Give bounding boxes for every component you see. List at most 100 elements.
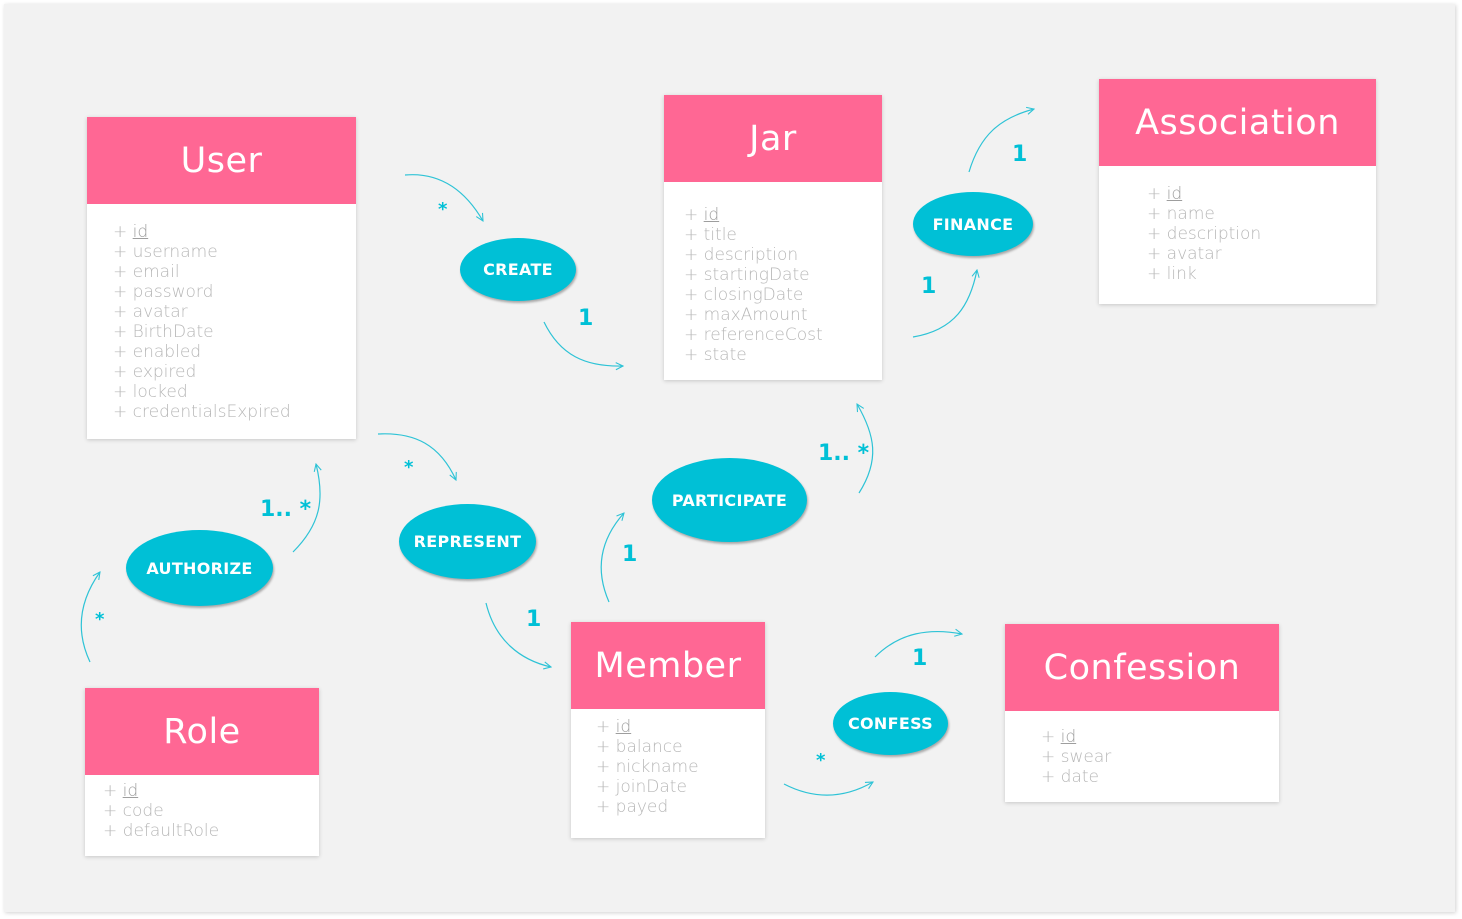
attribute-prefix: + (113, 322, 128, 342)
attribute-name: date (1060, 767, 1099, 787)
attribute-list: + id + balance + nickname + joinDate + payed (571, 709, 765, 817)
attribute-name: maxAmount (703, 305, 808, 325)
attribute-prefix: + (1147, 264, 1162, 284)
attribute-prefix: + (596, 757, 611, 777)
entity-jar[interactable]: Jar + id + title + description + startingDa… (664, 95, 882, 380)
attribute-row: + link (1147, 264, 1376, 284)
attribute-row: + BirthDate (113, 322, 356, 342)
multiplicity-authorize-to: 1.. * (260, 497, 312, 522)
attribute-prefix: + (1041, 727, 1056, 747)
attribute-row: + startingDate (684, 265, 882, 285)
relationship-confess[interactable]: CONFESS (833, 692, 948, 755)
relationship-finance[interactable]: FINANCE (913, 192, 1033, 256)
multiplicity-finance-from: 1 (921, 274, 937, 299)
entity-title: Jar (664, 95, 882, 182)
entity-user[interactable]: User + id + username + email + password + av… (87, 117, 356, 439)
attribute-row: + swear (1041, 747, 1279, 767)
attribute-row: + balance (596, 737, 765, 757)
attribute-row: + closingDate (684, 285, 882, 305)
attribute-name: avatar (1166, 244, 1222, 264)
attribute-row: + description (684, 245, 882, 265)
attribute-name: email (132, 262, 180, 282)
entity-confession[interactable]: Confession + id + swear + date (1005, 624, 1279, 802)
attribute-prefix: + (684, 325, 699, 345)
attribute-list: + id + swear + date (1005, 711, 1279, 787)
attribute-prefix: + (1041, 767, 1056, 787)
attribute-name: referenceCost (703, 325, 823, 345)
attribute-row: + expired (113, 362, 356, 382)
attribute-prefix: + (113, 302, 128, 322)
multiplicity-represent-from: * (404, 457, 414, 478)
attribute-row-primary-key: + id (596, 717, 765, 737)
multiplicity-confess-from: * (816, 750, 826, 771)
attribute-name: expired (132, 362, 197, 382)
attribute-prefix: + (113, 282, 128, 302)
primary-key-name: id (122, 781, 139, 801)
entity-title: Association (1099, 79, 1376, 166)
attribute-prefix: + (113, 242, 128, 262)
primary-key-name: id (1166, 184, 1183, 204)
attribute-name: name (1166, 204, 1215, 224)
attribute-name: description (1166, 224, 1262, 244)
attribute-prefix: + (684, 245, 699, 265)
attribute-prefix: + (113, 222, 128, 242)
multiplicity-participate-from: 1 (622, 542, 638, 567)
multiplicity-participate-to: 1.. * (818, 441, 870, 466)
attribute-prefix: + (1147, 224, 1162, 244)
attribute-row-primary-key: + id (1041, 727, 1279, 747)
primary-key-name: id (1060, 727, 1077, 747)
attribute-row: + credentialsExpired (113, 402, 356, 422)
attribute-name: state (703, 345, 747, 365)
attribute-row: + nickname (596, 757, 765, 777)
attribute-row: + name (1147, 204, 1376, 224)
attribute-name: username (132, 242, 218, 262)
attribute-prefix: + (113, 342, 128, 362)
attribute-prefix: + (684, 305, 699, 325)
attribute-row: + referenceCost (684, 325, 882, 345)
attribute-list: + id + username + email + password + avatar +… (87, 204, 356, 422)
attribute-prefix: + (103, 781, 118, 801)
multiplicity-confess-to: 1 (912, 646, 928, 671)
entity-title: Confession (1005, 624, 1279, 711)
entity-title: Member (571, 622, 765, 709)
attribute-name: description (703, 245, 799, 265)
attribute-row-primary-key: + id (113, 222, 356, 242)
attribute-name: locked (132, 382, 188, 402)
primary-key-name: id (615, 717, 632, 737)
attribute-prefix: + (1041, 747, 1056, 767)
attribute-name: link (1166, 264, 1197, 284)
attribute-prefix: + (684, 345, 699, 365)
relationship-authorize[interactable]: AUTHORIZE (126, 530, 273, 606)
attribute-row: + date (1041, 767, 1279, 787)
attribute-prefix: + (684, 205, 699, 225)
attribute-row: + defaultRole (103, 821, 319, 841)
attribute-name: title (703, 225, 737, 245)
attribute-name: enabled (132, 342, 202, 362)
attribute-prefix: + (596, 717, 611, 737)
attribute-prefix: + (113, 402, 128, 422)
attribute-prefix: + (103, 801, 118, 821)
attribute-prefix: + (1147, 184, 1162, 204)
entity-association[interactable]: Association + id + name + description + ava… (1099, 79, 1376, 304)
attribute-row: + enabled (113, 342, 356, 362)
attribute-row: + title (684, 225, 882, 245)
attribute-row: + locked (113, 382, 356, 402)
entity-title: Role (85, 688, 319, 775)
attribute-prefix: + (113, 262, 128, 282)
attribute-name: swear (1060, 747, 1112, 767)
primary-key-name: id (132, 222, 149, 242)
attribute-name: code (122, 801, 164, 821)
relationship-represent[interactable]: REPRESENT (399, 504, 536, 579)
relationship-create[interactable]: CREATE (460, 238, 576, 301)
attribute-name: nickname (615, 757, 699, 777)
attribute-prefix: + (596, 777, 611, 797)
multiplicity-finance-to: 1 (1012, 142, 1028, 167)
attribute-row-primary-key: + id (684, 205, 882, 225)
entity-member[interactable]: Member + id + balance + nickname + joinDate… (571, 622, 765, 838)
attribute-row: + maxAmount (684, 305, 882, 325)
attribute-row-primary-key: + id (103, 781, 319, 801)
attribute-prefix: + (113, 362, 128, 382)
entity-role[interactable]: Role + id + code + defaultRole (85, 688, 319, 856)
multiplicity-create-from: * (438, 199, 448, 220)
relationship-participate[interactable]: PARTICIPATE (652, 458, 807, 542)
